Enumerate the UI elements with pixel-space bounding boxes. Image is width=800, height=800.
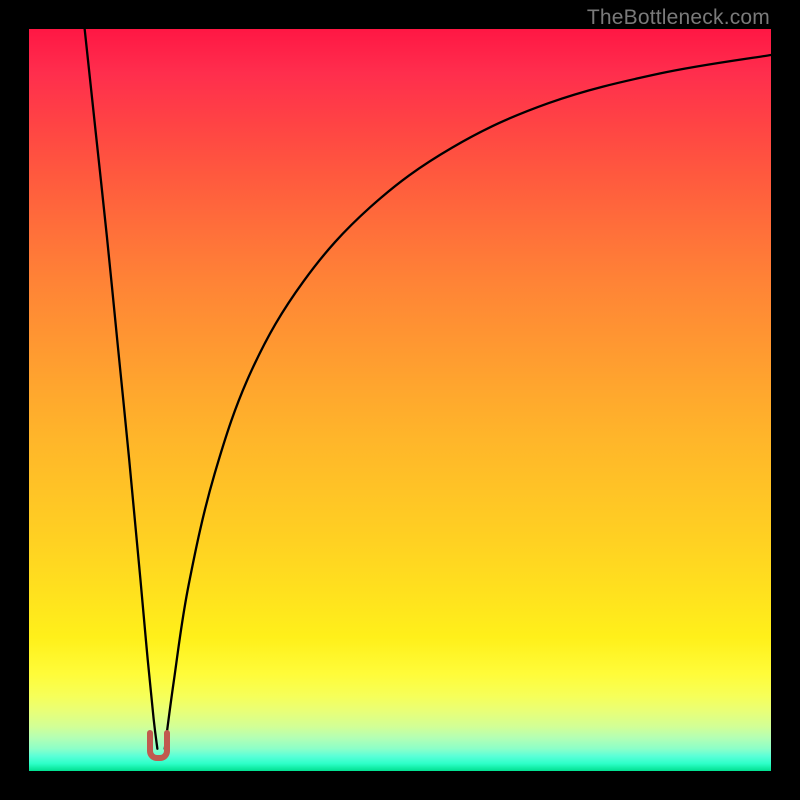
bottleneck-curve <box>29 29 771 771</box>
u-marker-cap <box>147 730 153 736</box>
u-marker-cap <box>164 730 170 736</box>
chart-frame: TheBottleneck.com <box>0 0 800 800</box>
curve-right-branch <box>165 55 771 749</box>
watermark-text: TheBottleneck.com <box>587 6 770 30</box>
curve-left-branch <box>85 29 158 749</box>
minimum-u-marker <box>147 733 170 761</box>
plot-area <box>29 29 771 771</box>
